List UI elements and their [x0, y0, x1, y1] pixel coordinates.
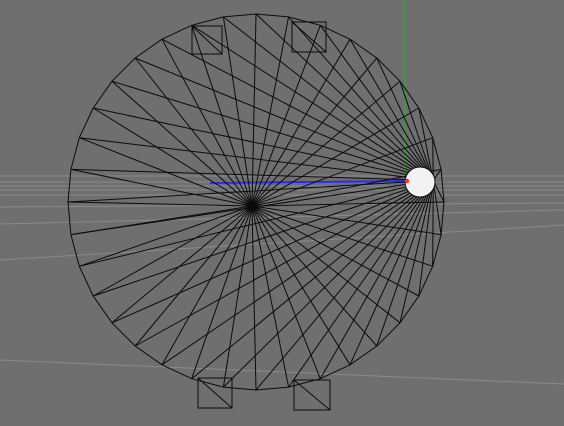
side-edge: [432, 186, 434, 267]
hub-center: [247, 201, 257, 211]
3d-viewport[interactable]: [0, 0, 564, 426]
viewport-canvas[interactable]: [0, 0, 564, 426]
cylinder-cap-highlight: [404, 166, 436, 198]
viewport-background: [0, 0, 564, 426]
origin-marker: [404, 178, 410, 184]
side-edge: [432, 137, 434, 178]
